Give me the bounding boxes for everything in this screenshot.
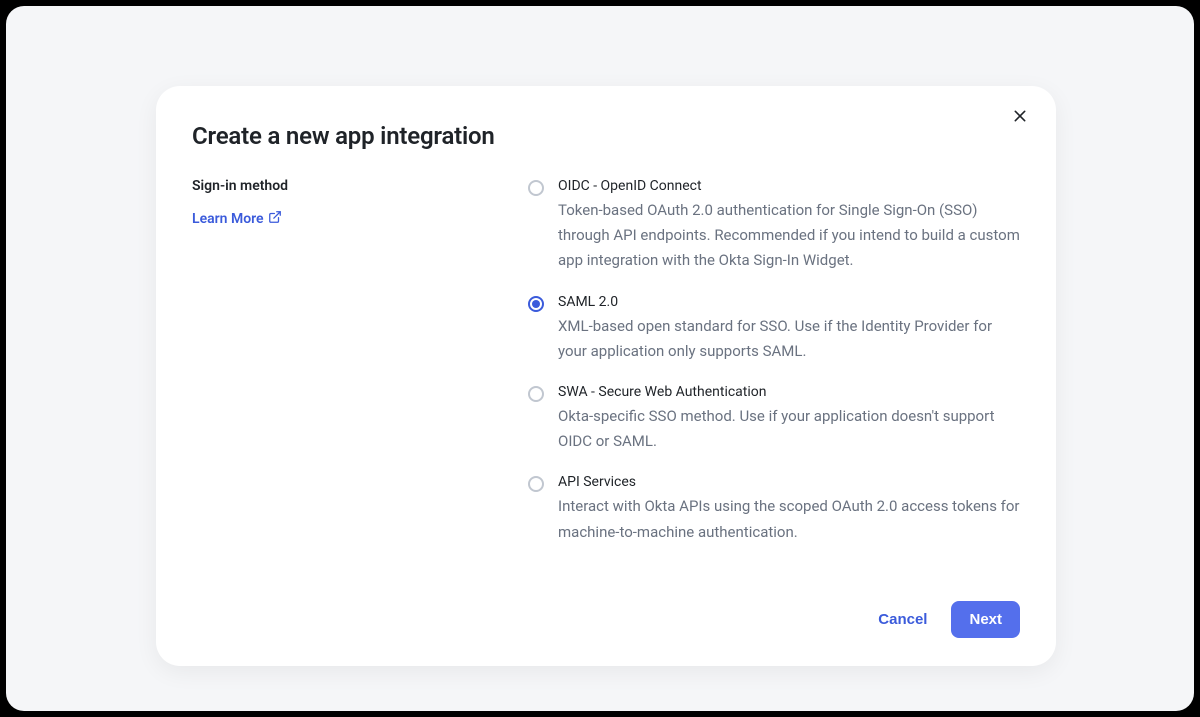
option-text: SWA - Secure Web Authentication Okta-spe… bbox=[558, 384, 1020, 454]
option-title: SAML 2.0 bbox=[558, 294, 1020, 310]
close-icon bbox=[1012, 108, 1028, 129]
option-text: SAML 2.0 XML-based open standard for SSO… bbox=[558, 294, 1020, 364]
page-background: Create a new app integration Sign-in met… bbox=[6, 6, 1194, 711]
option-api-services[interactable]: API Services Interact with Okta APIs usi… bbox=[528, 474, 1020, 544]
left-column: Sign-in method Learn More bbox=[192, 178, 528, 545]
radio-swa[interactable] bbox=[528, 386, 544, 402]
sign-in-method-label: Sign-in method bbox=[192, 178, 528, 194]
option-title: OIDC - OpenID Connect bbox=[558, 178, 1020, 194]
option-desc: XML-based open standard for SSO. Use if … bbox=[558, 314, 1020, 364]
create-app-integration-modal: Create a new app integration Sign-in met… bbox=[156, 86, 1056, 666]
option-title: SWA - Secure Web Authentication bbox=[558, 384, 1020, 400]
close-button[interactable] bbox=[1008, 106, 1032, 130]
radio-api-services[interactable] bbox=[528, 476, 544, 492]
option-desc: Interact with Okta APIs using the scoped… bbox=[558, 494, 1020, 544]
modal-footer: Cancel Next bbox=[192, 601, 1020, 638]
next-button[interactable]: Next bbox=[951, 601, 1020, 638]
option-title: API Services bbox=[558, 474, 1020, 490]
options-column: OIDC - OpenID Connect Token-based OAuth … bbox=[528, 178, 1020, 545]
option-saml[interactable]: SAML 2.0 XML-based open standard for SSO… bbox=[528, 294, 1020, 364]
radio-saml[interactable] bbox=[528, 296, 544, 312]
option-text: OIDC - OpenID Connect Token-based OAuth … bbox=[558, 178, 1020, 274]
external-link-icon bbox=[268, 210, 282, 228]
modal-title: Create a new app integration bbox=[192, 122, 1020, 150]
option-desc: Token-based OAuth 2.0 authentication for… bbox=[558, 198, 1020, 274]
option-desc: Okta-specific SSO method. Use if your ap… bbox=[558, 404, 1020, 454]
option-text: API Services Interact with Okta APIs usi… bbox=[558, 474, 1020, 544]
learn-more-text: Learn More bbox=[192, 211, 264, 227]
modal-body: Sign-in method Learn More OIDC - OpenID … bbox=[192, 178, 1020, 545]
learn-more-link[interactable]: Learn More bbox=[192, 210, 282, 228]
option-swa[interactable]: SWA - Secure Web Authentication Okta-spe… bbox=[528, 384, 1020, 454]
cancel-button[interactable]: Cancel bbox=[872, 603, 933, 636]
option-oidc[interactable]: OIDC - OpenID Connect Token-based OAuth … bbox=[528, 178, 1020, 274]
radio-oidc[interactable] bbox=[528, 180, 544, 196]
